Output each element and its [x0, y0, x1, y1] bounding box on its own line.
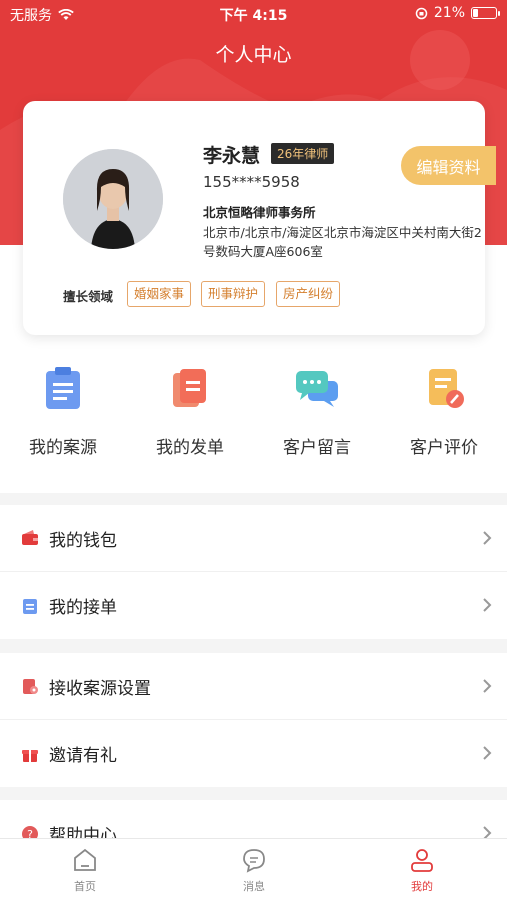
menu-label: 邀请有礼	[49, 746, 117, 766]
tab-label: 首页	[74, 880, 96, 893]
firm-address: 北京市/北京市/海淀区北京市海淀区中关村南大街2号数码大厦A座606室	[203, 225, 482, 259]
menu-item-case-settings[interactable]: 接收案源设置	[0, 653, 507, 720]
home-icon	[74, 848, 96, 871]
specialty-tag: 婚姻家事	[127, 281, 192, 307]
menu-item-invite[interactable]: 邀请有礼	[0, 720, 507, 787]
quick-action-label: 客户留言	[283, 438, 351, 458]
battery-icon	[471, 7, 500, 19]
status-bar: 无服务 下午 4:15 21%	[0, 0, 507, 28]
clipboard-list-icon	[23, 598, 37, 614]
tab-messages[interactable]: 消息	[214, 847, 294, 894]
menu-label: 我的钱包	[49, 530, 117, 551]
chevron-right-icon	[483, 679, 492, 693]
battery-percent: 21%	[433, 5, 465, 21]
lawyer-name: 李永慧	[203, 145, 261, 167]
settings-document-icon	[23, 679, 38, 694]
chat-bubbles-icon	[296, 371, 338, 407]
message-icon	[243, 849, 265, 873]
quick-actions: 我的案源 我的发单 客户留言 客户评价	[0, 365, 507, 475]
tab-home[interactable]: 首页	[45, 847, 125, 894]
menu-label: 接收案源设置	[49, 678, 151, 699]
edit-profile-button[interactable]: 编辑资料	[401, 146, 496, 185]
my-orders-button[interactable]: 我的发单	[127, 365, 253, 458]
client-reviews-button[interactable]: 客户评价	[381, 365, 507, 458]
tab-label: 我的	[411, 880, 433, 893]
wallet-icon	[22, 530, 38, 545]
gift-icon	[22, 749, 38, 762]
phone-number: 155****5958	[203, 173, 300, 191]
tab-label: 消息	[243, 880, 265, 893]
specialty-tag: 刑事辩护	[201, 281, 266, 307]
orientation-lock-icon	[415, 7, 428, 19]
page-title: 个人中心	[215, 44, 292, 66]
clipboard-icon	[46, 367, 80, 409]
quick-action-label: 客户评价	[410, 438, 478, 458]
quick-action-label: 我的案源	[29, 438, 97, 458]
client-messages-button[interactable]: 客户留言	[254, 365, 380, 458]
tab-bar: 首页 消息 我的	[0, 838, 507, 900]
menu-item-my-orders[interactable]: 我的接单	[0, 572, 507, 639]
specialty-tag: 房产纠纷	[276, 281, 341, 307]
profile-card: 李永慧 26年律师 155****5958 北京恒略律师事务所 北京市/北京市/…	[23, 101, 496, 335]
chevron-right-icon	[483, 531, 492, 545]
document-icon	[173, 369, 206, 407]
review-icon	[429, 369, 464, 408]
tab-mine[interactable]: 我的	[382, 847, 462, 894]
chevron-right-icon	[483, 746, 492, 760]
experience-badge: 26年律师	[271, 143, 335, 164]
menu-group: 接收案源设置 邀请有礼	[0, 653, 507, 787]
menu-label: 我的接单	[49, 598, 117, 618]
law-firm-name: 北京恒略律师事务所	[203, 205, 316, 220]
chevron-right-icon	[483, 598, 492, 612]
avatar[interactable]	[63, 149, 163, 249]
menu-group: 我的钱包 我的接单	[0, 505, 507, 639]
quick-action-label: 我的发单	[156, 438, 224, 458]
user-icon	[411, 849, 433, 872]
specialty-label: 擅长领域	[63, 289, 114, 304]
my-cases-button[interactable]: 我的案源	[0, 365, 126, 458]
menu-item-wallet[interactable]: 我的钱包	[0, 505, 507, 572]
